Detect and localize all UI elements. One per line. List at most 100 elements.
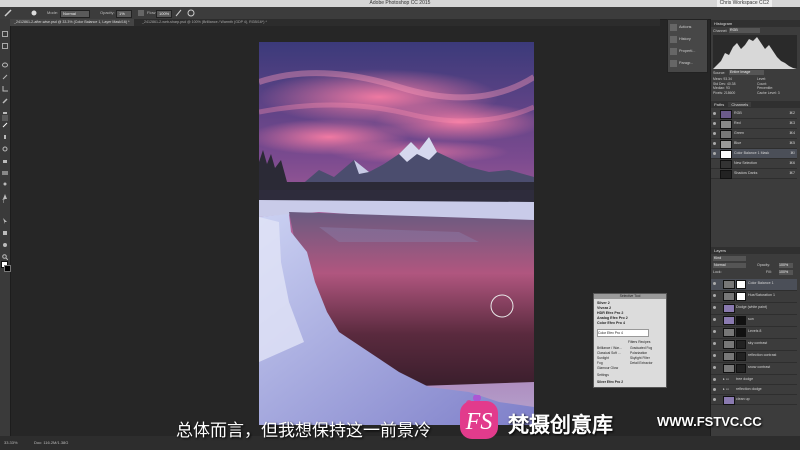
tab-recipes[interactable]: Recipes xyxy=(638,340,650,344)
gradient-tool-icon[interactable] xyxy=(2,163,8,175)
folder-icon: ▸ ▭ xyxy=(723,377,730,381)
channels-panel-header: Paths Channels xyxy=(711,101,800,108)
pressure-opacity-icon[interactable] xyxy=(137,7,145,19)
histogram-channel-select[interactable]: RGB xyxy=(729,28,760,33)
visibility-eye-icon[interactable] xyxy=(713,330,716,333)
document-tab[interactable]: _2412861-2-web-sharp.psd @ 100% (Brillia… xyxy=(138,19,271,26)
history-brush-tool-icon[interactable] xyxy=(2,139,8,152)
layer-row-dodge[interactable]: Dodge (white paint) xyxy=(711,303,797,315)
tab-paths[interactable]: Paths xyxy=(711,102,727,107)
nik-product-list: Silver 2 Viveza 2 HDR Efex Pro 2 Analog … xyxy=(597,301,663,326)
lasso-tool-icon[interactable] xyxy=(2,55,8,68)
channel-row-green[interactable]: Green ⌘4 xyxy=(711,129,797,139)
nik-filter-list-left: Brilliance / War... Classical Soft ... S… xyxy=(597,346,622,370)
visibility-eye-icon[interactable] xyxy=(713,388,716,391)
zoom-tool-icon[interactable] xyxy=(2,247,9,261)
brush-tool-preset-icon[interactable] xyxy=(3,7,13,19)
pen-tool-icon[interactable] xyxy=(2,187,8,199)
document-tab-active[interactable]: _2412861-2-after-wise.psd @ 33.3% (Color… xyxy=(10,19,134,26)
visibility-eye-icon[interactable] xyxy=(713,294,716,297)
pressure-size-icon[interactable] xyxy=(187,7,195,19)
history-icon xyxy=(670,35,677,43)
histogram-panel-header[interactable]: Histogram xyxy=(711,20,800,27)
visibility-eye-icon[interactable] xyxy=(713,354,716,357)
healing-brush-tool-icon[interactable] xyxy=(2,103,8,114)
paragraph-panel-button[interactable]: Paragr... xyxy=(670,58,706,69)
crop-tool-icon[interactable] xyxy=(2,79,8,92)
document-photo[interactable] xyxy=(259,42,534,425)
layer-group-reflection-dodge[interactable]: ▸ ▭ reflection dodge xyxy=(711,385,797,395)
watermark-brand: 梵摄创意库 xyxy=(508,413,613,437)
background-color-swatch[interactable] xyxy=(4,265,11,272)
brush-tool-icon[interactable] xyxy=(2,115,8,128)
flow-field[interactable]: 100% xyxy=(156,10,172,18)
mode-dropdown[interactable]: Normal xyxy=(60,10,90,18)
workspace-switcher[interactable]: Chris Workspace CC2 xyxy=(716,0,772,7)
layer-row-levels[interactable]: Levels 8 xyxy=(711,327,797,339)
history-panel-button[interactable]: History xyxy=(670,34,706,45)
toolbox: T xyxy=(0,19,11,436)
path-selection-tool-icon[interactable] xyxy=(2,211,8,224)
visibility-eye-icon[interactable] xyxy=(713,142,716,145)
rectangle-tool-icon[interactable] xyxy=(2,223,8,235)
type-tool-icon[interactable]: T xyxy=(2,199,8,205)
nik-recent-filter-select[interactable]: Color Efex Pro 4 xyxy=(597,329,649,337)
histogram-source-select[interactable]: Entire Image xyxy=(729,70,764,75)
histogram-graph xyxy=(713,35,797,69)
document-size: Doc: 116.2M/1.38G xyxy=(34,440,69,445)
layer-opacity-field[interactable]: 100% xyxy=(779,263,793,268)
properties-panel-button[interactable]: Properti... xyxy=(670,46,706,57)
brush-size-picker[interactable] xyxy=(30,7,38,19)
nik-bottom-item[interactable]: Silver Efex Pro 2 xyxy=(597,380,623,384)
tab-filters[interactable]: Filters xyxy=(628,340,637,344)
visibility-eye-icon[interactable] xyxy=(713,306,716,309)
visibility-eye-icon[interactable] xyxy=(713,282,716,285)
channel-row-shadow-darks[interactable]: Shadow Darks ⌘7 xyxy=(711,169,797,179)
fill-field[interactable]: 100% xyxy=(779,270,793,275)
channel-row-color-balance-mask[interactable]: Color Balance 1 Mask ⌘\ xyxy=(711,149,797,159)
channel-row-blue[interactable]: Blue ⌘5 xyxy=(711,139,797,149)
eraser-tool-icon[interactable] xyxy=(2,151,8,163)
layer-row-sky-contrast[interactable]: sky contrast xyxy=(711,339,797,351)
eyedropper-tool-icon[interactable] xyxy=(2,91,8,104)
nik-color-efex[interactable]: Color Efex Pro 4 xyxy=(597,321,663,326)
visibility-eye-icon[interactable] xyxy=(713,366,716,369)
zoom-level[interactable]: 33.33% xyxy=(4,436,18,450)
lock-label: Lock: xyxy=(713,270,722,274)
layer-row-reflection-contrast[interactable]: reflection contrast xyxy=(711,351,797,363)
visibility-eye-icon[interactable] xyxy=(713,378,716,381)
tab-channels[interactable]: Channels xyxy=(728,102,752,107)
layer-row-sun[interactable]: sun xyxy=(711,315,797,327)
marquee-tool-icon[interactable] xyxy=(2,43,8,49)
visibility-eye-icon[interactable] xyxy=(713,318,716,321)
visibility-eye-icon[interactable] xyxy=(713,132,716,135)
visibility-eye-icon[interactable] xyxy=(713,342,716,345)
channel-row-red[interactable]: Red ⌘3 xyxy=(711,119,797,129)
channels-list: RGB ⌘2 Red ⌘3 Green ⌘4 Blue ⌘5 Color Balance… xyxy=(711,109,800,209)
channel-row-new-selection[interactable]: New Selection ⌘6 xyxy=(711,159,797,169)
layer-row-snow-contrast[interactable]: snow contrast xyxy=(711,363,797,375)
hand-tool-icon[interactable] xyxy=(2,235,8,247)
nik-settings-link[interactable]: Settings xyxy=(597,373,609,377)
clone-stamp-tool-icon[interactable] xyxy=(2,127,8,139)
quick-select-tool-icon[interactable] xyxy=(2,67,8,80)
layer-row-color-balance[interactable]: Color Balance 1 xyxy=(711,279,797,291)
visibility-eye-icon[interactable] xyxy=(713,152,716,155)
nik-selective-tool-panel: Selective Tool Silver 2 Viveza 2 HDR Efe… xyxy=(593,293,667,388)
channel-row-rgb[interactable]: RGB ⌘2 xyxy=(711,109,797,119)
layer-row-hue-saturation[interactable]: Hue/Saturation 1 xyxy=(711,291,797,303)
actions-panel-button[interactable]: Actions xyxy=(670,22,706,33)
mode-label: Mode: xyxy=(47,10,59,15)
nik-panel-title: Selective Tool xyxy=(594,294,666,299)
layer-group-tree-dodge[interactable]: ▸ ▭ tree dodge xyxy=(711,375,797,385)
landscape-image xyxy=(259,42,534,425)
opacity-label: Opacity: xyxy=(100,10,115,15)
blend-mode-select[interactable]: Normal xyxy=(713,263,746,268)
visibility-eye-icon[interactable] xyxy=(713,112,716,115)
move-tool-icon[interactable] xyxy=(2,31,8,37)
layer-filter-kind[interactable]: Kind xyxy=(713,256,746,261)
opacity-field[interactable]: 1% xyxy=(116,10,132,18)
dodge-tool-icon[interactable] xyxy=(2,175,8,186)
visibility-eye-icon[interactable] xyxy=(713,122,716,125)
airbrush-icon[interactable] xyxy=(175,7,183,19)
